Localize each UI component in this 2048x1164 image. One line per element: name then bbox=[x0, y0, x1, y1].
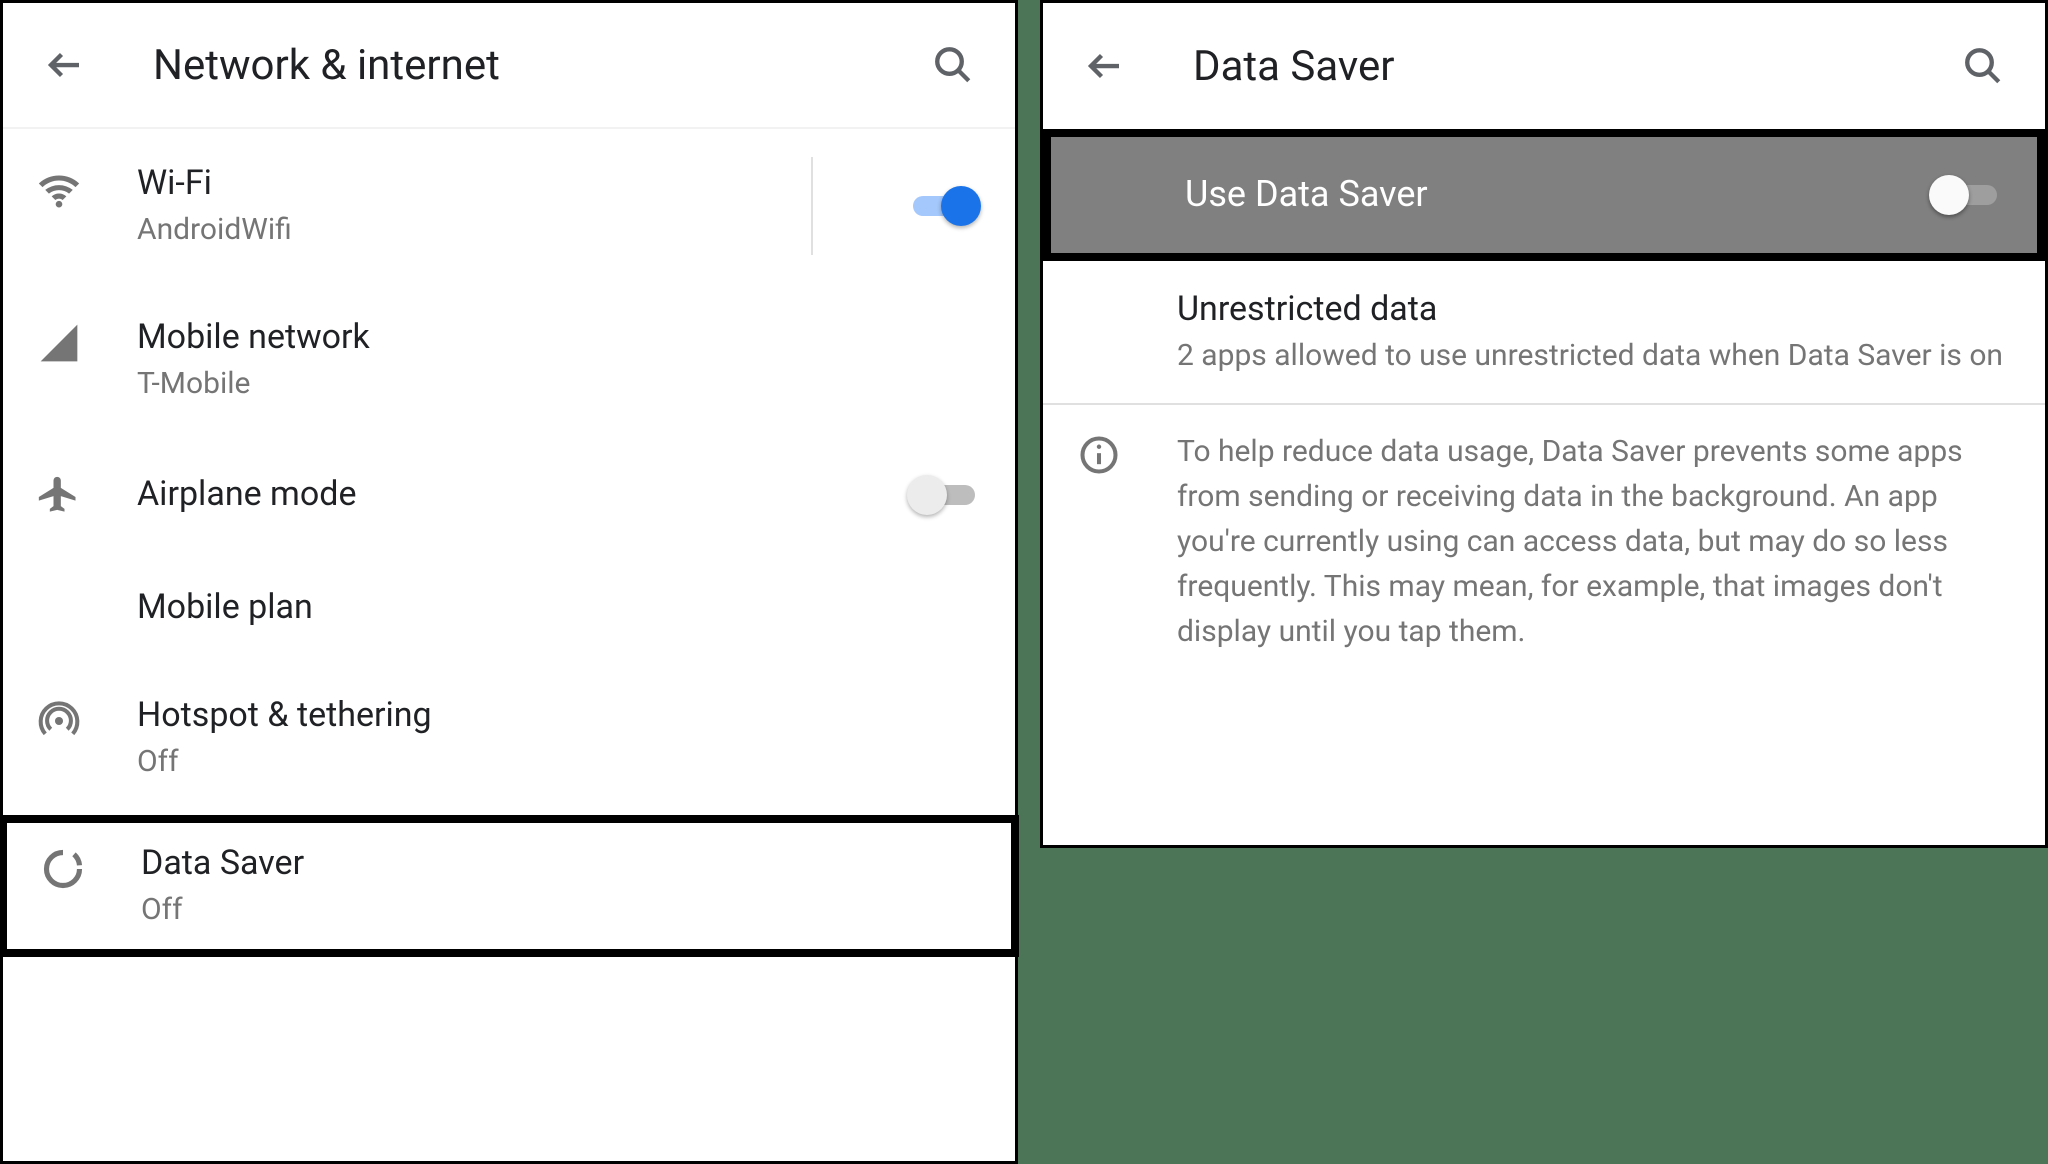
blank-icon bbox=[1085, 173, 1185, 177]
page-title: Data Saver bbox=[1133, 42, 1955, 91]
row-airplane[interactable]: Airplane mode bbox=[3, 437, 1015, 553]
back-arrow-icon[interactable] bbox=[1077, 38, 1133, 94]
row-data-saver[interactable]: Data Saver Off bbox=[7, 823, 1011, 949]
back-arrow-icon[interactable] bbox=[37, 37, 93, 93]
data-saver-icon bbox=[41, 843, 141, 891]
data-saver-screen: Data Saver Use Data Saver Unrestricted d… bbox=[1040, 0, 2048, 848]
info-text: To help reduce data usage, Data Saver pr… bbox=[1177, 429, 2011, 654]
hotspot-icon bbox=[37, 695, 137, 743]
page-title: Network & internet bbox=[93, 41, 925, 90]
search-icon[interactable] bbox=[925, 37, 981, 93]
divider bbox=[811, 157, 813, 255]
appbar: Network & internet bbox=[3, 3, 1015, 129]
row-sub: Off bbox=[141, 890, 977, 929]
row-info: To help reduce data usage, Data Saver pr… bbox=[1043, 405, 2045, 688]
use-data-saver-toggle[interactable] bbox=[1929, 173, 2003, 217]
blank-icon bbox=[37, 587, 137, 591]
row-sub: AndroidWifi bbox=[137, 210, 887, 249]
row-use-data-saver-highlight: Use Data Saver bbox=[1043, 129, 2045, 261]
row-use-data-saver[interactable]: Use Data Saver bbox=[1051, 137, 2037, 253]
row-title: Hotspot & tethering bbox=[137, 695, 981, 736]
row-wifi[interactable]: Wi-Fi AndroidWifi bbox=[3, 129, 1015, 283]
airplane-icon bbox=[37, 471, 137, 519]
row-title: Data Saver bbox=[141, 843, 977, 884]
row-mobile-network[interactable]: Mobile network T-Mobile bbox=[3, 283, 1015, 437]
row-sub: 2 apps allowed to use unrestricted data … bbox=[1177, 336, 2011, 375]
blank-icon bbox=[1077, 289, 1177, 293]
row-mobile-plan[interactable]: Mobile plan bbox=[3, 553, 1015, 662]
row-unrestricted[interactable]: Unrestricted data 2 apps allowed to use … bbox=[1043, 261, 2045, 403]
network-internet-screen: Network & internet Wi-Fi AndroidWifi bbox=[0, 0, 1018, 1164]
row-data-saver-highlight: Data Saver Off bbox=[0, 815, 1019, 957]
wifi-icon bbox=[37, 163, 137, 211]
row-title: Airplane mode bbox=[137, 474, 887, 515]
row-title: Use Data Saver bbox=[1185, 173, 1909, 216]
row-title: Mobile network bbox=[137, 317, 981, 358]
airplane-toggle[interactable] bbox=[907, 473, 981, 517]
row-title: Unrestricted data bbox=[1177, 289, 2011, 330]
appbar: Data Saver bbox=[1043, 3, 2045, 129]
row-title: Mobile plan bbox=[137, 587, 981, 628]
signal-icon bbox=[37, 317, 137, 365]
row-sub: Off bbox=[137, 742, 981, 781]
wifi-toggle[interactable] bbox=[907, 184, 981, 228]
info-icon bbox=[1077, 429, 1177, 477]
row-hotspot[interactable]: Hotspot & tethering Off bbox=[3, 661, 1015, 815]
row-title: Wi-Fi bbox=[137, 163, 887, 204]
search-icon[interactable] bbox=[1955, 38, 2011, 94]
row-sub: T-Mobile bbox=[137, 364, 981, 403]
